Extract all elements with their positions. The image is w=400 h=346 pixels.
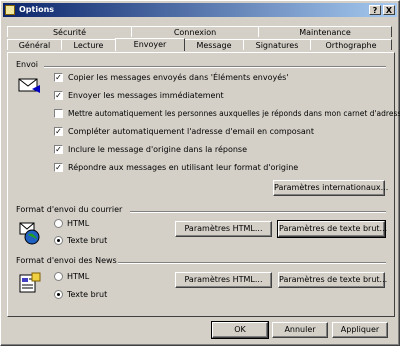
mail-html-radio[interactable] bbox=[54, 219, 63, 228]
copy-sent-checkbox[interactable]: ✓ bbox=[54, 73, 63, 82]
tab-securite[interactable]: Sécurité bbox=[7, 26, 132, 37]
reply-original-format-checkbox[interactable]: ✓ bbox=[54, 163, 63, 172]
mail-text-radio[interactable] bbox=[54, 236, 63, 245]
tab-envoyer[interactable]: Envoyer bbox=[115, 38, 185, 51]
tab-lecture[interactable]: Lecture bbox=[61, 39, 116, 50]
news-format-divider bbox=[118, 262, 386, 264]
envoi-group-title: Envoi bbox=[16, 60, 38, 69]
mail-format-divider bbox=[130, 211, 386, 213]
tab-connexion[interactable]: Connexion bbox=[131, 26, 259, 37]
title-bar[interactable]: Options ? X bbox=[3, 3, 397, 17]
help-button[interactable]: ? bbox=[369, 5, 381, 15]
options-app-icon bbox=[5, 5, 15, 15]
envoi-divider bbox=[44, 66, 386, 68]
ok-button[interactable]: OK bbox=[211, 321, 269, 339]
mail-html-settings-button[interactable]: Paramètres HTML... bbox=[175, 221, 272, 237]
mail-html-label: HTML bbox=[67, 219, 90, 228]
autocomplete-label: Compléter automatiquement l'adresse d'em… bbox=[68, 127, 314, 136]
copy-sent-label: Copier les messages envoyés dans 'Élémen… bbox=[68, 73, 289, 82]
include-original-label: Inclure le message d'origine dans la rép… bbox=[68, 145, 247, 154]
tab-row-top: Sécurité Connexion Maintenance bbox=[7, 26, 395, 38]
mail-text-settings-button[interactable]: Paramètres de texte brut... bbox=[277, 220, 387, 238]
send-mail-icon bbox=[18, 78, 40, 93]
auto-add-contacts-label: Mettre automatiquement les personnes aux… bbox=[68, 109, 400, 118]
news-html-radio[interactable] bbox=[54, 272, 63, 281]
news-html-label: HTML bbox=[67, 272, 90, 281]
news-format-icon bbox=[19, 272, 41, 293]
international-settings-button[interactable]: Paramètres internationaux... bbox=[273, 180, 388, 196]
close-button[interactable]: X bbox=[383, 5, 395, 15]
send-immediately-checkbox[interactable]: ✓ bbox=[54, 91, 63, 100]
tab-orthographe[interactable]: Orthographe bbox=[310, 39, 392, 50]
reply-original-format-label: Répondre aux messages en utilisant leur … bbox=[68, 163, 299, 172]
mail-format-title: Format d'envoi du courrier bbox=[16, 205, 123, 214]
news-text-settings-button[interactable]: Paramètres de texte brut... bbox=[278, 272, 387, 288]
cancel-button[interactable]: Annuler bbox=[272, 322, 328, 338]
news-text-radio[interactable] bbox=[54, 290, 63, 299]
autocomplete-checkbox[interactable]: ✓ bbox=[54, 127, 63, 136]
include-original-checkbox[interactable]: ✓ bbox=[54, 145, 63, 154]
tab-message[interactable]: Message bbox=[184, 39, 244, 50]
news-format-title: Format d'envoi des News bbox=[16, 256, 117, 265]
news-html-settings-button[interactable]: Paramètres HTML... bbox=[175, 272, 272, 288]
envoyer-panel: Envoi ✓ Copier les messages envoyés dans… bbox=[7, 52, 400, 317]
tab-general[interactable]: Général bbox=[7, 39, 62, 50]
options-dialog: Options ? X Sécurité Connexion Maintenan… bbox=[0, 0, 400, 346]
mail-text-label: Texte brut bbox=[67, 236, 108, 245]
news-text-label: Texte brut bbox=[67, 290, 108, 299]
window-title: Options bbox=[19, 5, 55, 14]
send-immediately-label: Envoyer les messages immédiatement bbox=[68, 91, 224, 100]
apply-button[interactable]: Appliquer bbox=[332, 322, 388, 338]
tab-signatures[interactable]: Signatures bbox=[243, 39, 311, 50]
auto-add-contacts-checkbox[interactable] bbox=[54, 109, 63, 118]
tab-row-bottom: Général Lecture Envoyer Message Signatur… bbox=[7, 38, 395, 51]
mail-format-icon bbox=[19, 222, 40, 245]
tab-maintenance[interactable]: Maintenance bbox=[258, 26, 392, 37]
